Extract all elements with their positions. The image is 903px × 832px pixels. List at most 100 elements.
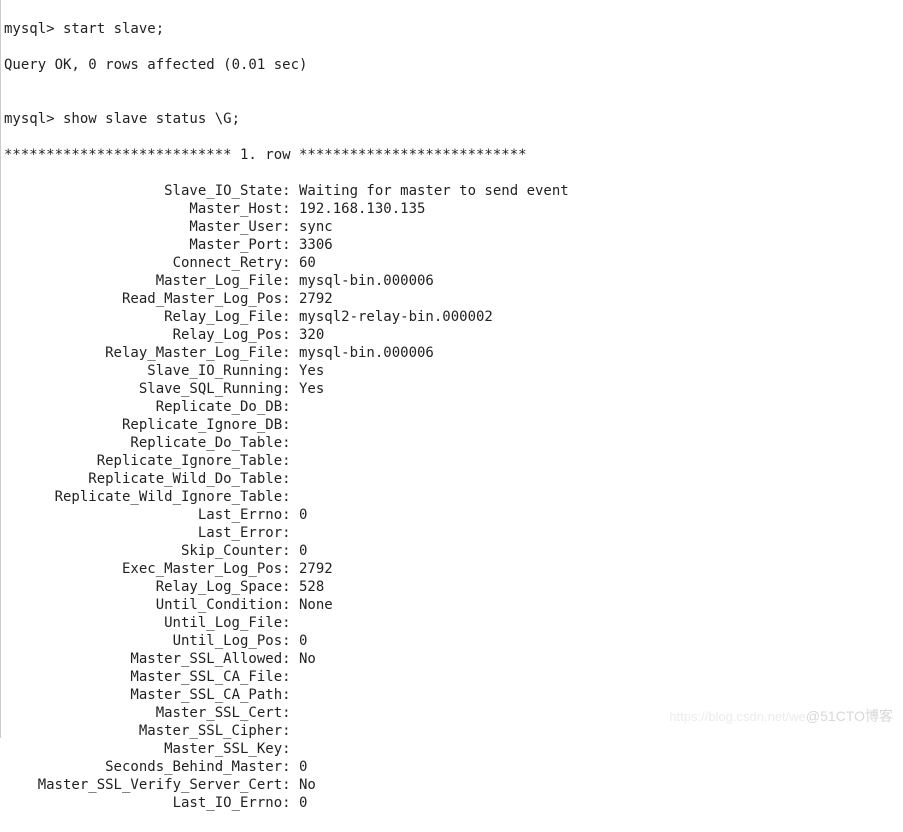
status-row: Until_Condition: None [4, 596, 899, 614]
status-row: Relay_Log_Space: 528 [4, 578, 899, 596]
status-value: Yes [299, 380, 324, 398]
status-separator: : [282, 650, 299, 668]
status-key: Replicate_Wild_Do_Table [4, 470, 282, 488]
status-separator: : [282, 398, 299, 416]
status-value: mysql2-relay-bin.000002 [299, 308, 493, 326]
status-row: Replicate_Do_DB: [4, 398, 899, 416]
status-key: Master_SSL_Verify_Server_Cert [4, 776, 282, 794]
status-value: 0 [299, 542, 307, 560]
status-separator: : [282, 704, 299, 722]
status-key: Relay_Log_Pos [4, 326, 282, 344]
status-separator: : [282, 758, 299, 776]
status-row: Relay_Log_File: mysql2-relay-bin.000002 [4, 308, 899, 326]
status-key: Replicate_Wild_Ignore_Table [4, 488, 282, 506]
prompt-line[interactable]: mysql> show slave status \G; [4, 110, 899, 128]
status-row: Exec_Master_Log_Pos: 2792 [4, 560, 899, 578]
watermark-text: @51CTO博客 [806, 708, 893, 724]
status-key: Master_User [4, 218, 282, 236]
status-row: Seconds_Behind_Master: 0 [4, 758, 899, 776]
status-value: 192.168.130.135 [299, 200, 425, 218]
status-key: Relay_Log_Space [4, 578, 282, 596]
status-value: 2792 [299, 560, 333, 578]
status-key: Relay_Master_Log_File [4, 344, 282, 362]
status-key: Connect_Retry [4, 254, 282, 272]
status-separator: : [282, 308, 299, 326]
status-row: Last_IO_Errno: 0 [4, 794, 899, 812]
status-key: Master_Log_File [4, 272, 282, 290]
status-separator: : [282, 236, 299, 254]
status-value: None [299, 596, 333, 614]
status-row: Relay_Master_Log_File: mysql-bin.000006 [4, 344, 899, 362]
status-separator: : [282, 434, 299, 452]
status-separator: : [282, 686, 299, 704]
status-value: No [299, 650, 316, 668]
status-value: Waiting for master to send event [299, 182, 569, 200]
status-row: Master_SSL_CA_File: [4, 668, 899, 686]
status-row: Replicate_Ignore_DB: [4, 416, 899, 434]
status-row: Replicate_Ignore_Table: [4, 452, 899, 470]
left-border [0, 0, 1, 738]
status-key: Slave_IO_Running [4, 362, 282, 380]
status-value: Yes [299, 362, 324, 380]
watermark-url: https://blog.csdn.net/we [669, 709, 806, 724]
status-separator: : [282, 506, 299, 524]
status-separator: : [282, 740, 299, 758]
status-separator: : [282, 488, 299, 506]
status-key: Last_IO_Errno [4, 794, 282, 812]
status-row: Relay_Log_Pos: 320 [4, 326, 899, 344]
status-key: Master_SSL_CA_File [4, 668, 282, 686]
status-separator: : [282, 794, 299, 812]
status-separator: : [282, 578, 299, 596]
status-separator: : [282, 326, 299, 344]
status-row: Master_SSL_Key: [4, 740, 899, 758]
status-key: Until_Condition [4, 596, 282, 614]
status-value: 60 [299, 254, 316, 272]
status-row: Connect_Retry: 60 [4, 254, 899, 272]
status-value: 0 [299, 794, 307, 812]
status-key: Exec_Master_Log_Pos [4, 560, 282, 578]
status-row: Slave_SQL_Running: Yes [4, 380, 899, 398]
status-value: 2792 [299, 290, 333, 308]
status-key: Last_Error [4, 524, 282, 542]
status-value: 528 [299, 578, 324, 596]
status-key: Replicate_Ignore_Table [4, 452, 282, 470]
status-separator: : [282, 542, 299, 560]
status-separator: : [282, 290, 299, 308]
status-separator: : [282, 380, 299, 398]
status-separator: : [282, 470, 299, 488]
status-key: Seconds_Behind_Master [4, 758, 282, 776]
status-key: Master_Host [4, 200, 282, 218]
status-key: Until_Log_Pos [4, 632, 282, 650]
status-separator: : [282, 722, 299, 740]
status-separator: : [282, 524, 299, 542]
status-key: Relay_Log_File [4, 308, 282, 326]
status-row: Master_Log_File: mysql-bin.000006 [4, 272, 899, 290]
status-value: 0 [299, 632, 307, 650]
status-key: Master_SSL_Allowed [4, 650, 282, 668]
status-key: Replicate_Do_Table [4, 434, 282, 452]
status-value: mysql-bin.000006 [299, 344, 434, 362]
status-row: Master_User: sync [4, 218, 899, 236]
status-row: Master_SSL_CA_Path: [4, 686, 899, 704]
status-key: Skip_Counter [4, 542, 282, 560]
status-key: Slave_IO_State [4, 182, 282, 200]
status-separator: : [282, 344, 299, 362]
status-row: Read_Master_Log_Pos: 2792 [4, 290, 899, 308]
status-value: 0 [299, 506, 307, 524]
status-separator: : [282, 200, 299, 218]
status-key: Last_Errno [4, 506, 282, 524]
status-separator: : [282, 362, 299, 380]
status-separator: : [282, 182, 299, 200]
status-key: Master_SSL_Cipher [4, 722, 282, 740]
status-row: Skip_Counter: 0 [4, 542, 899, 560]
status-row: Master_SSL_Verify_Server_Cert: No [4, 776, 899, 794]
status-key: Master_SSL_Key [4, 740, 282, 758]
status-separator: : [282, 614, 299, 632]
status-separator: : [282, 776, 299, 794]
status-row: Slave_IO_Running: Yes [4, 362, 899, 380]
response-line: Query OK, 0 rows affected (0.01 sec) [4, 56, 899, 74]
status-key: Replicate_Do_DB [4, 398, 282, 416]
status-value: 3306 [299, 236, 333, 254]
status-separator: : [282, 254, 299, 272]
prompt-line[interactable]: mysql> start slave; [4, 20, 899, 38]
